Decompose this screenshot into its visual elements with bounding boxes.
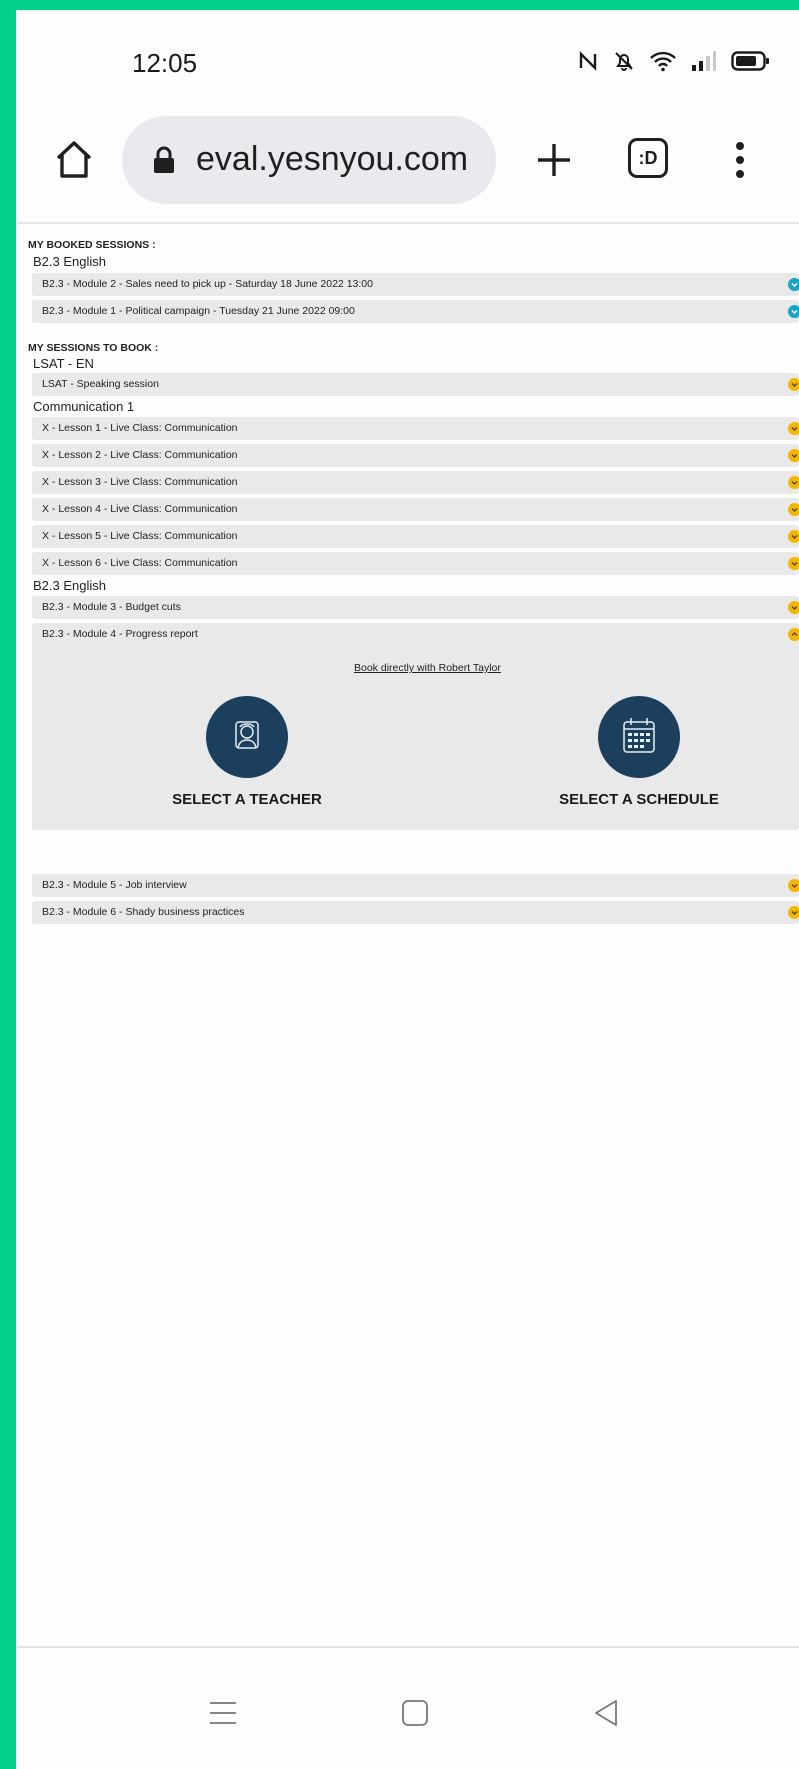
session-label: X - Lesson 6 - Live Class: Communication — [42, 557, 238, 569]
group-title-lsat: LSAT - EN — [33, 356, 94, 371]
session-row[interactable]: X - Lesson 6 - Live Class: Communication — [32, 552, 799, 575]
session-label: X - Lesson 2 - Live Class: Communication — [42, 449, 238, 461]
session-row[interactable]: B2.3 - Module 5 - Job interview — [32, 874, 799, 897]
new-tab-button[interactable] — [526, 132, 582, 188]
booking-panel: Book directly with Robert Taylor SELECT … — [32, 644, 799, 830]
teacher-icon — [206, 696, 288, 778]
session-row[interactable]: X - Lesson 5 - Live Class: Communication — [32, 525, 799, 548]
chevron-down-icon[interactable] — [788, 906, 799, 919]
tabs-switcher-button[interactable]: :D — [628, 138, 668, 178]
session-label: B2.3 - Module 6 - Shady business practic… — [42, 906, 245, 918]
recents-button[interactable] — [208, 1698, 238, 1733]
square-icon — [402, 1700, 428, 1726]
signal-icon — [691, 50, 717, 77]
session-row[interactable]: LSAT - Speaking session — [32, 373, 799, 396]
select-schedule-button[interactable]: SELECT A SCHEDULE — [530, 696, 748, 808]
chevron-down-icon[interactable] — [788, 601, 799, 614]
booked-group-title: B2.3 English — [33, 254, 106, 269]
chevron-down-icon[interactable] — [788, 378, 799, 391]
session-row[interactable]: X - Lesson 3 - Live Class: Communication — [32, 471, 799, 494]
session-row[interactable]: X - Lesson 2 - Live Class: Communication — [32, 444, 799, 467]
system-navigation-bar — [16, 1646, 799, 1769]
browser-menu-button[interactable] — [728, 132, 752, 188]
session-label: X - Lesson 4 - Live Class: Communication — [42, 503, 238, 515]
booked-session-row[interactable]: B2.3 - Module 1 - Political campaign - T… — [32, 300, 799, 323]
menu-lines-icon — [210, 1702, 236, 1724]
chevron-down-icon[interactable] — [788, 422, 799, 435]
plus-icon — [538, 144, 570, 176]
session-label: LSAT - Speaking session — [42, 378, 159, 390]
home-nav-button[interactable] — [400, 1698, 430, 1733]
session-label: B2.3 - Module 3 - Budget cuts — [42, 601, 181, 613]
chevron-down-icon[interactable] — [788, 557, 799, 570]
chevron-down-icon[interactable] — [788, 449, 799, 462]
lock-icon — [152, 146, 176, 179]
session-row-expanded[interactable]: B2.3 - Module 4 - Progress report — [32, 623, 799, 646]
sessions-to-book-heading: MY SESSIONS TO BOOK : — [28, 342, 159, 354]
battery-icon — [731, 50, 771, 77]
session-label: X - Lesson 1 - Live Class: Communication — [42, 422, 238, 434]
select-schedule-label: SELECT A SCHEDULE — [559, 791, 719, 808]
chevron-down-icon[interactable] — [788, 305, 799, 318]
booked-sessions-heading: MY BOOKED SESSIONS : — [28, 239, 156, 251]
chevron-down-icon[interactable] — [788, 879, 799, 892]
wifi-icon — [649, 50, 677, 77]
browser-toolbar: eval.yesnyou.com :D — [16, 110, 799, 224]
more-vert-icon — [736, 142, 744, 178]
calendar-icon — [598, 696, 680, 778]
session-label: X - Lesson 5 - Live Class: Communication — [42, 530, 238, 542]
session-row[interactable]: X - Lesson 4 - Live Class: Communication — [32, 498, 799, 521]
session-label: B2.3 - Module 1 - Political campaign - T… — [42, 305, 355, 317]
home-button[interactable] — [46, 132, 102, 188]
back-button[interactable] — [591, 1698, 621, 1733]
session-label: B2.3 - Module 5 - Job interview — [42, 879, 187, 891]
chevron-down-icon[interactable] — [788, 530, 799, 543]
back-triangle-icon — [595, 1700, 617, 1726]
address-bar[interactable]: eval.yesnyou.com — [122, 116, 496, 204]
status-bar: 12:05 — [16, 10, 799, 110]
chevron-up-icon[interactable] — [788, 628, 799, 641]
chevron-down-icon[interactable] — [788, 278, 799, 291]
session-row[interactable]: B2.3 - Module 3 - Budget cuts — [32, 596, 799, 619]
status-time: 12:05 — [132, 48, 198, 78]
booked-session-row[interactable]: B2.3 - Module 2 - Sales need to pick up … — [32, 273, 799, 296]
session-row[interactable]: B2.3 - Module 6 - Shady business practic… — [32, 901, 799, 924]
group-title-communication: Communication 1 — [33, 399, 135, 414]
home-icon — [56, 141, 92, 178]
phone-screen: 12:05 eval.yesnyou.com:D MY BOOKED SESS… — [16, 10, 799, 1769]
nfc-icon — [577, 50, 599, 77]
url-text: eval.yesnyou.com — [196, 140, 469, 178]
book-directly-link[interactable]: Book directly with Robert Taylor — [354, 662, 501, 674]
session-row[interactable]: X - Lesson 1 - Live Class: Communication — [32, 417, 799, 440]
chevron-down-icon[interactable] — [788, 476, 799, 489]
select-teacher-button[interactable]: SELECT A TEACHER — [138, 696, 356, 808]
group-title-b23-english: B2.3 English — [33, 578, 106, 593]
select-teacher-label: SELECT A TEACHER — [172, 791, 322, 808]
session-label: B2.3 - Module 4 - Progress report — [42, 628, 198, 640]
session-label: B2.3 - Module 2 - Sales need to pick up … — [42, 278, 373, 290]
status-icons — [577, 50, 771, 77]
session-label: X - Lesson 3 - Live Class: Communication — [42, 476, 238, 488]
chevron-down-icon[interactable] — [788, 503, 799, 516]
bell-off-icon — [613, 50, 635, 77]
